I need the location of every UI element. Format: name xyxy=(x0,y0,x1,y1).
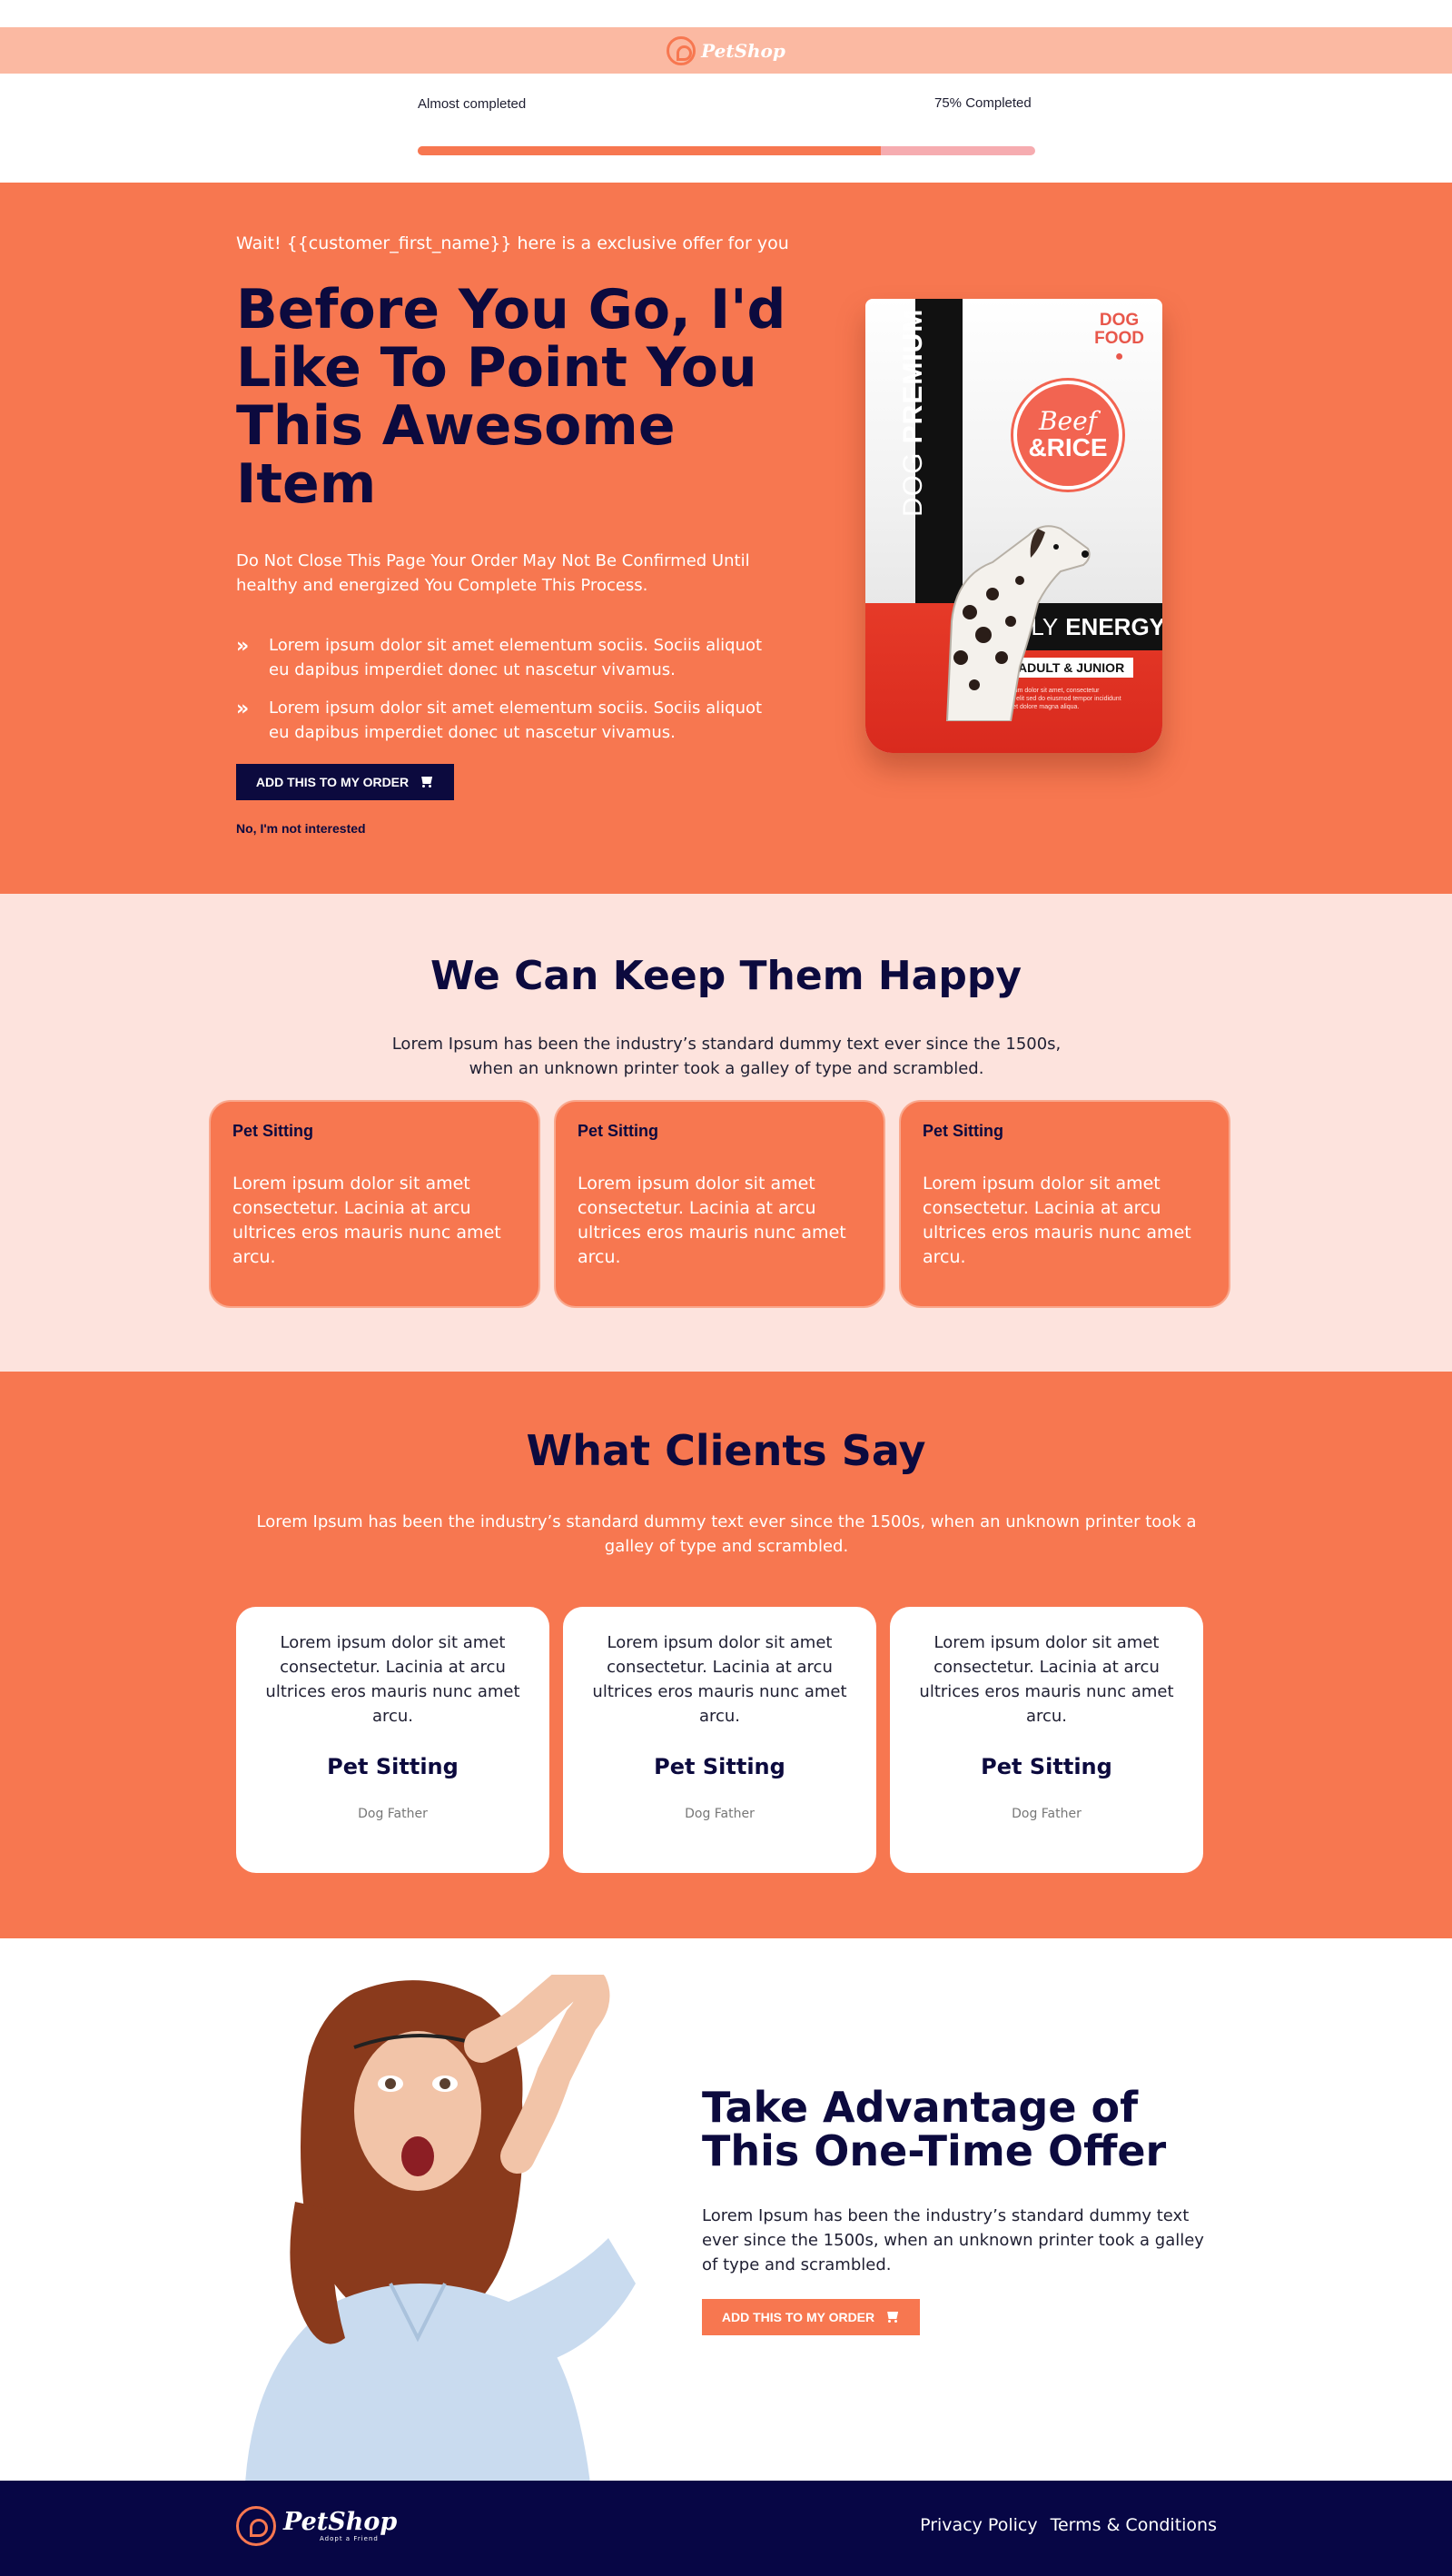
offer-title: Take Advantage of This One-Time Offer xyxy=(702,2083,1167,2175)
service-card-text: Lorem ipsum dolor sit amet consectetur. … xyxy=(578,1174,846,1267)
hero-bullet: » Lorem ipsum dolor sit amet elementum s… xyxy=(236,696,781,745)
terms-link[interactable]: Terms & Conditions xyxy=(1051,2515,1217,2535)
service-card-title: Pet Sitting xyxy=(923,1122,1003,1140)
progress-right-label: 75% Completed xyxy=(934,95,1032,111)
testimonial-card: Lorem ipsum dolor sit amet consectetur. … xyxy=(236,1607,549,1873)
double-chevron-right-icon: » xyxy=(236,698,250,720)
testimonial-text: Lorem ipsum dolor sit amet consectetur. … xyxy=(592,1633,847,1726)
progress-bar xyxy=(418,146,1035,155)
footer-logo[interactable]: PetShop Adopt a Friend xyxy=(236,2506,397,2546)
progress-left-label: Almost completed xyxy=(418,96,527,112)
bag-corner-label: DOG FOOD ● xyxy=(1094,311,1144,365)
add-to-order-label: ADD THIS TO MY ORDER xyxy=(255,775,410,789)
service-card-title: Pet Sitting xyxy=(232,1122,313,1140)
add-to-order-button[interactable]: ADD THIS TO MY ORDER xyxy=(236,764,454,800)
surprised-woman-photo xyxy=(245,1975,636,2481)
footer: PetShop Adopt a Friend Privacy Policy Te… xyxy=(0,2481,1452,2576)
footer-links: Privacy Policy Terms & Conditions xyxy=(920,2515,1217,2535)
testimonial-card: Lorem ipsum dolor sit amet consectetur. … xyxy=(890,1607,1203,1873)
product-bag: DOG PREMIUM DOG FOOD ● Beef &RICE DAILYE… xyxy=(865,299,1162,753)
cart-icon xyxy=(420,776,434,788)
product-image: DOG PREMIUM DOG FOOD ● Beef &RICE DAILYE… xyxy=(865,299,1162,758)
privacy-policy-link[interactable]: Privacy Policy xyxy=(920,2515,1037,2535)
decline-link[interactable]: No, I'm not interested xyxy=(236,821,366,836)
footer-logo-tagline: Adopt a Friend xyxy=(320,2535,379,2542)
pet-head-icon xyxy=(667,35,696,65)
hero-section: Wait! {{customer_first_name}} here is a … xyxy=(0,183,1452,894)
dalmatian-dog-illustration xyxy=(945,525,1091,721)
hero-bullet: » Lorem ipsum dolor sit amet elementum s… xyxy=(236,633,781,682)
testimonial-card: Lorem ipsum dolor sit amet consectetur. … xyxy=(563,1607,876,1873)
offer-subtitle: Lorem Ipsum has been the industry’s stan… xyxy=(702,2206,1204,2274)
testimonial-text: Lorem ipsum dolor sit amet consectetur. … xyxy=(265,1633,520,1726)
testimonial-text: Lorem ipsum dolor sit amet consectetur. … xyxy=(919,1633,1174,1726)
service-card: Pet Sitting Lorem ipsum dolor sit amet c… xyxy=(554,1100,885,1308)
progress-section: Almost completed 75% Completed xyxy=(0,74,1452,183)
testimonials-section: What Clients Say Lorem Ipsum has been th… xyxy=(0,1372,1452,1938)
footer-logo-name: PetShop xyxy=(283,2508,398,2536)
top-spacer xyxy=(0,0,1452,27)
testimonial-name: Pet Sitting xyxy=(327,1754,459,1779)
service-card: Pet Sitting Lorem ipsum dolor sit amet c… xyxy=(209,1100,540,1308)
service-card-title: Pet Sitting xyxy=(578,1122,658,1140)
double-chevron-right-icon: » xyxy=(236,635,250,658)
pet-head-icon xyxy=(236,2506,276,2546)
hero-pre-title: Wait! {{customer_first_name}} here is a … xyxy=(236,233,789,253)
add-to-order-button[interactable]: ADD THIS TO MY ORDER xyxy=(702,2299,920,2335)
service-card: Pet Sitting Lorem ipsum dolor sit amet c… xyxy=(899,1100,1230,1308)
testimonial-role: Dog Father xyxy=(358,1807,428,1821)
header-bar: PetShop xyxy=(0,27,1452,74)
paw-icon: ● xyxy=(1114,349,1124,364)
testimonial-role: Dog Father xyxy=(1012,1807,1082,1821)
services-subtitle: Lorem Ipsum has been the industry’s stan… xyxy=(391,1035,1062,1078)
cart-icon xyxy=(885,2311,900,2323)
logo-text: PetShop xyxy=(701,39,785,62)
progress-bar-fill xyxy=(418,146,881,155)
bag-flavor-badge: Beef &RICE xyxy=(1013,381,1122,490)
testimonials-title: What Clients Say xyxy=(526,1426,926,1475)
add-to-order-label: ADD THIS TO MY ORDER xyxy=(721,2310,875,2324)
hero-bullet-text: Lorem ipsum dolor sit amet elementum soc… xyxy=(269,636,763,679)
footer-logo-text: PetShop Adopt a Friend xyxy=(283,2508,398,2543)
hero-title: Before You Go, I'd Like To Point You Thi… xyxy=(236,278,786,516)
hero-subtitle: Do Not Close This Page Your Order May No… xyxy=(236,551,750,595)
services-title: We Can Keep Them Happy xyxy=(430,953,1022,999)
testimonial-name: Pet Sitting xyxy=(654,1754,785,1779)
testimonial-name: Pet Sitting xyxy=(981,1754,1112,1779)
testimonial-role: Dog Father xyxy=(685,1807,755,1821)
services-section: We Can Keep Them Happy Lorem Ipsum has b… xyxy=(0,894,1452,1372)
hero-bullet-text: Lorem ipsum dolor sit amet elementum soc… xyxy=(269,698,763,742)
service-card-text: Lorem ipsum dolor sit amet consectetur. … xyxy=(232,1174,501,1267)
offer-section: Take Advantage of This One-Time Offer Lo… xyxy=(0,1938,1452,2481)
header-logo[interactable]: PetShop xyxy=(667,35,785,65)
service-card-text: Lorem ipsum dolor sit amet consectetur. … xyxy=(923,1174,1191,1267)
testimonials-subtitle: Lorem Ipsum has been the industry’s stan… xyxy=(256,1512,1197,1556)
